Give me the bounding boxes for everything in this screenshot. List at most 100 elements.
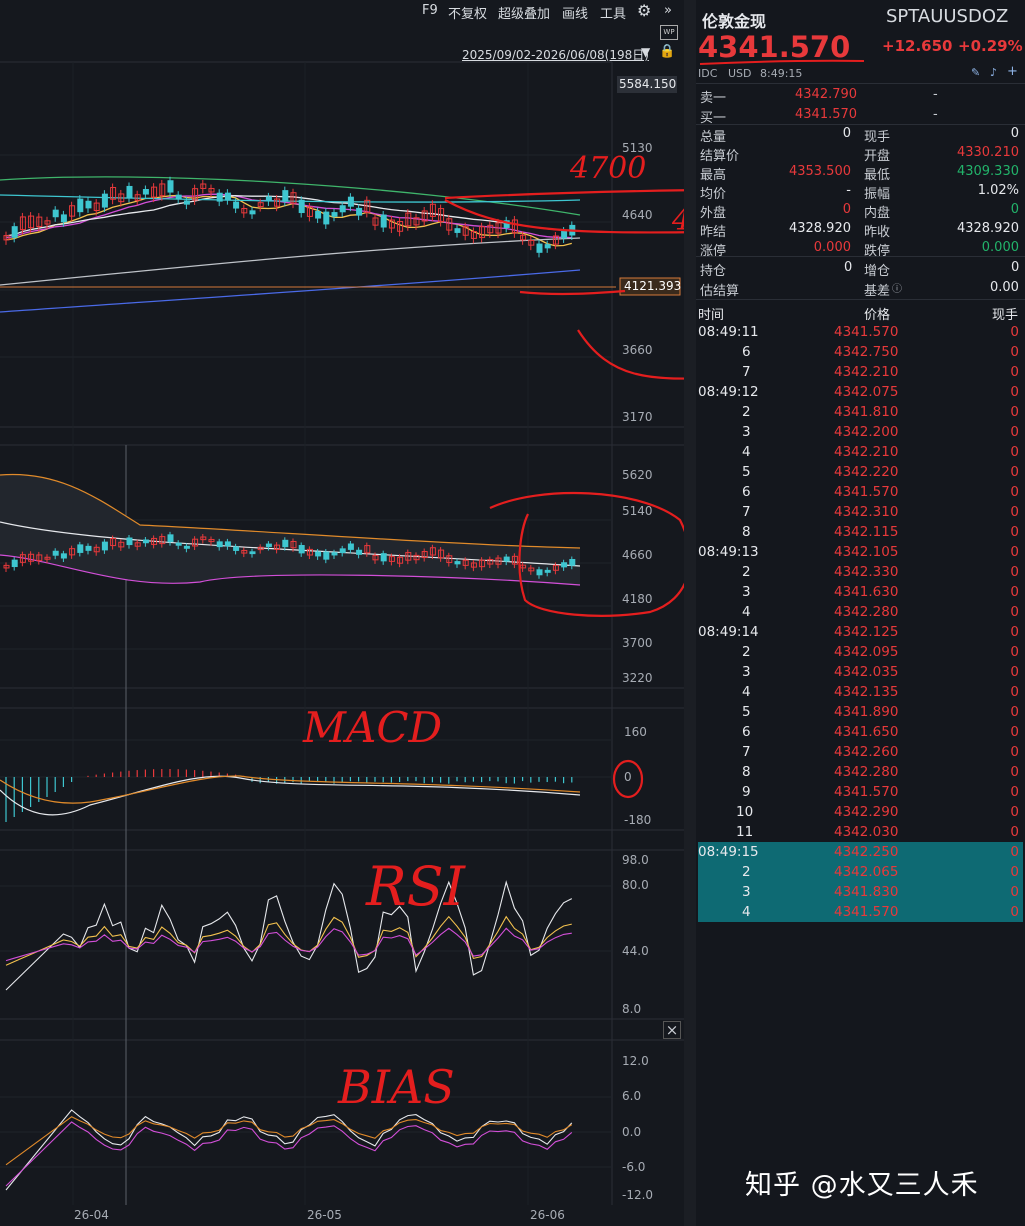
annotation-4500: 4500 bbox=[671, 203, 684, 238]
boll-candle bbox=[503, 556, 510, 562]
candle bbox=[339, 205, 346, 213]
trade-volume: 0 bbox=[1010, 384, 1019, 400]
candle bbox=[536, 243, 543, 253]
gear-icon[interactable]: ⚙ bbox=[637, 1, 651, 20]
boll-candle bbox=[167, 534, 174, 543]
trade-row[interactable]: 5 4341.890 0 bbox=[698, 702, 1023, 722]
kline-chart-canvas[interactable]: 4700 4500 MACD RSI BIAS bbox=[0, 0, 684, 1226]
trade-row[interactable]: 7 4342.210 0 bbox=[698, 362, 1023, 382]
trade-price: 4342.210 bbox=[834, 364, 899, 380]
stat-value: 0.000 bbox=[981, 240, 1019, 255]
trade-price: 4342.075 bbox=[834, 384, 899, 400]
trade-row[interactable]: 08:49:13 4342.105 0 bbox=[698, 542, 1023, 562]
candle bbox=[356, 207, 363, 216]
trade-row[interactable]: 4 4342.135 0 bbox=[698, 682, 1023, 702]
candle bbox=[544, 244, 551, 249]
trade-row[interactable]: 08:49:14 4342.125 0 bbox=[698, 622, 1023, 642]
panel-divider[interactable] bbox=[684, 0, 696, 1226]
trade-time: 08:49:15 bbox=[698, 844, 759, 860]
draw-line-button[interactable]: 画线 bbox=[562, 3, 588, 22]
boll-candle bbox=[331, 552, 338, 556]
trade-time: 08:49:12 bbox=[698, 384, 759, 400]
trade-row[interactable]: 3 4341.630 0 bbox=[698, 582, 1023, 602]
axis-macd: -180 bbox=[624, 813, 652, 827]
trade-row[interactable]: 6 4341.650 0 bbox=[698, 722, 1023, 742]
trade-volume: 0 bbox=[1010, 564, 1019, 580]
trade-time: 7 bbox=[742, 504, 751, 520]
trade-row[interactable]: 2 4342.095 0 bbox=[698, 642, 1023, 662]
rsi12-line bbox=[5, 915, 572, 966]
trade-row[interactable]: 2 4342.065 0 bbox=[698, 862, 1023, 882]
trade-row[interactable]: 8 4342.115 0 bbox=[698, 522, 1023, 542]
trade-row[interactable]: 3 4342.200 0 bbox=[698, 422, 1023, 442]
info-icon[interactable]: ⓘ bbox=[892, 280, 902, 295]
close-icon[interactable]: × bbox=[663, 1021, 681, 1039]
trade-row[interactable]: 3 4342.035 0 bbox=[698, 662, 1023, 682]
trade-row[interactable]: 3 4341.830 0 bbox=[698, 882, 1023, 902]
boll-candle bbox=[85, 545, 92, 551]
trade-volume: 0 bbox=[1010, 724, 1019, 740]
lock-icon[interactable]: 🔒 bbox=[659, 44, 675, 59]
trade-time: 7 bbox=[742, 364, 751, 380]
add-icon[interactable]: + bbox=[1007, 64, 1018, 79]
trade-row[interactable]: 2 4342.330 0 bbox=[698, 562, 1023, 582]
trade-row[interactable]: 10 4342.290 0 bbox=[698, 802, 1023, 822]
more-button[interactable]: » bbox=[664, 3, 672, 18]
trade-time: 2 bbox=[742, 404, 751, 420]
stat-label: 内盘 bbox=[864, 206, 891, 221]
trade-row[interactable]: 7 4342.310 0 bbox=[698, 502, 1023, 522]
candle bbox=[126, 185, 133, 198]
chart-area[interactable]: 4700 4500 MACD RSI BIAS F9 不复权 超级叠加 画线 工… bbox=[0, 0, 684, 1226]
no-restore-button[interactable]: 不复权 bbox=[448, 3, 487, 22]
boll-candle bbox=[380, 553, 387, 562]
trade-row[interactable]: 2 4341.810 0 bbox=[698, 402, 1023, 422]
trade-price: 4342.220 bbox=[834, 464, 899, 480]
wp-icon[interactable]: WP bbox=[660, 25, 678, 40]
stat-value: 1.02% bbox=[977, 183, 1019, 198]
boll-candle bbox=[11, 559, 18, 568]
stat-value: 0 bbox=[1010, 126, 1019, 141]
trade-row[interactable]: 9 4341.570 0 bbox=[698, 782, 1023, 802]
currency-label: USD bbox=[728, 67, 752, 80]
stat-value: 4328.920 bbox=[956, 221, 1019, 236]
trade-row[interactable]: 4 4342.280 0 bbox=[698, 602, 1023, 622]
bell-icon[interactable]: ♪ bbox=[990, 66, 997, 79]
trade-price: 4341.570 bbox=[834, 484, 899, 500]
trade-row[interactable]: 6 4341.570 0 bbox=[698, 482, 1023, 502]
trade-row[interactable]: 8 4342.280 0 bbox=[698, 762, 1023, 782]
trade-volume: 0 bbox=[1010, 364, 1019, 380]
edit-icon[interactable]: ✎ bbox=[971, 66, 980, 79]
trade-row[interactable]: 4 4342.210 0 bbox=[698, 442, 1023, 462]
trade-row[interactable]: 6 4342.750 0 bbox=[698, 342, 1023, 362]
trade-time: 4 bbox=[742, 904, 751, 920]
stat-label: 现手 bbox=[864, 130, 891, 145]
overlay-button[interactable]: 超级叠加 bbox=[498, 3, 550, 22]
candle bbox=[347, 196, 354, 207]
trade-row[interactable]: 7 4342.260 0 bbox=[698, 742, 1023, 762]
trade-row[interactable]: 5 4342.220 0 bbox=[698, 462, 1023, 482]
trade-row[interactable]: 08:49:12 4342.075 0 bbox=[698, 382, 1023, 402]
trade-price: 4342.260 bbox=[834, 744, 899, 760]
date-range[interactable]: 2025/09/02-2026/06/08(198日) bbox=[462, 46, 649, 63]
boll-candle bbox=[339, 548, 346, 553]
candle bbox=[315, 210, 322, 219]
candle bbox=[454, 228, 461, 233]
f9-button[interactable]: F9 bbox=[422, 3, 438, 18]
trade-row[interactable]: 08:49:15 4342.250 0 bbox=[698, 842, 1023, 862]
trade-row[interactable]: 4 4341.570 0 bbox=[698, 902, 1023, 922]
trade-volume: 0 bbox=[1010, 664, 1019, 680]
trade-row[interactable]: 11 4342.030 0 bbox=[698, 822, 1023, 842]
tools-button[interactable]: 工具 bbox=[600, 3, 626, 22]
price-change: +12.650 bbox=[882, 37, 953, 55]
trade-row[interactable]: 08:49:11 4341.570 0 bbox=[698, 322, 1023, 342]
hold-label: 持仓 bbox=[700, 264, 727, 279]
axis-bias: -6.0 bbox=[622, 1160, 646, 1174]
axis-boll: 3700 bbox=[622, 636, 653, 650]
macd-dif bbox=[0, 775, 581, 816]
range-dropdown-icon[interactable]: ▼ bbox=[641, 45, 650, 59]
stat-value: 0 bbox=[842, 126, 851, 141]
trade-time: 8 bbox=[742, 764, 751, 780]
sell1-label: 卖一 bbox=[700, 91, 727, 106]
stat-value: 4353.500 bbox=[788, 164, 851, 179]
axis-bias: -12.0 bbox=[622, 1188, 654, 1202]
